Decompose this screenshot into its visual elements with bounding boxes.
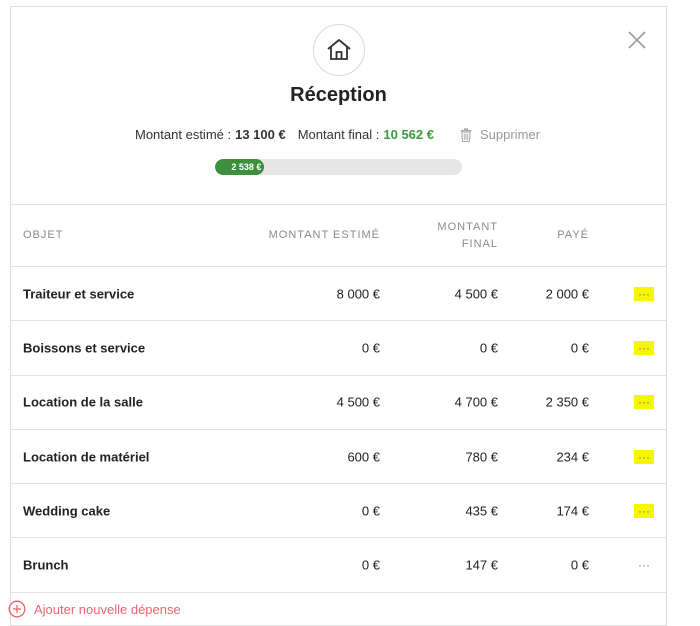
row-paid: 0 € xyxy=(570,557,589,573)
plus-circle-icon xyxy=(8,600,26,618)
row-more-options-icon[interactable]: ··· xyxy=(634,395,654,410)
row-final: 780 € xyxy=(465,449,498,465)
row-final: 435 € xyxy=(465,503,498,519)
row-name: Location de matériel xyxy=(23,449,150,465)
progress-label: 2 538 € xyxy=(231,162,262,172)
estimated-label: Montant estimé : xyxy=(135,127,232,142)
row-name: Traiteur et service xyxy=(23,286,135,302)
row-more-options-icon[interactable]: ··· xyxy=(634,286,654,301)
header-montant-final: MONTANT FINAL xyxy=(418,219,498,253)
row-name: Location de la salle xyxy=(23,394,143,410)
row-final: 0 € xyxy=(479,340,498,356)
row-more-options-icon[interactable]: ··· xyxy=(634,503,654,518)
add-expense-label: Ajouter nouvelle dépense xyxy=(34,601,181,617)
table-row[interactable]: Boissons et service 0 € 0 € 0 € ··· xyxy=(11,321,666,376)
expense-modal: Réception Montant estimé :13 100 € Monta… xyxy=(10,6,667,626)
amounts-summary: Montant estimé :13 100 € Montant final :… xyxy=(135,127,540,142)
row-estimated: 4 500 € xyxy=(336,394,380,410)
row-more-options-icon[interactable]: ··· xyxy=(634,340,654,355)
row-name: Brunch xyxy=(23,557,69,573)
row-estimated: 0 € xyxy=(361,557,380,573)
final-value: 10 562 € xyxy=(383,127,434,142)
table-row[interactable]: Wedding cake 0 € 435 € 174 € ··· xyxy=(11,484,666,539)
row-estimated: 0 € xyxy=(361,340,380,356)
add-expense-button[interactable]: Ajouter nouvelle dépense xyxy=(8,600,181,618)
row-final: 4 700 € xyxy=(454,394,498,410)
delete-label: Supprimer xyxy=(479,127,540,142)
row-estimated: 8 000 € xyxy=(336,286,380,302)
header-paye: PAYÉ xyxy=(557,229,589,241)
final-label: Montant final : xyxy=(297,127,380,142)
estimated-amount: Montant estimé :13 100 € xyxy=(135,127,286,142)
close-icon xyxy=(628,31,646,49)
final-amount: Montant final :10 562 € xyxy=(298,127,434,142)
row-paid: 174 € xyxy=(556,503,589,519)
row-paid: 0 € xyxy=(570,340,589,356)
expense-table: OBJET MONTANT ESTIMÉ MONTANT FINAL PAYÉ … xyxy=(11,204,666,593)
table-row[interactable]: Location de matériel 600 € 780 € 234 € ·… xyxy=(11,430,666,485)
delete-button[interactable]: Supprimer xyxy=(460,127,540,142)
row-estimated: 600 € xyxy=(347,449,380,465)
table-row[interactable]: Location de la salle 4 500 € 4 700 € 2 3… xyxy=(11,376,666,430)
row-estimated: 0 € xyxy=(361,503,380,519)
trash-icon xyxy=(460,127,472,142)
page-title: Réception xyxy=(290,84,387,106)
close-button[interactable] xyxy=(626,29,648,51)
header-montant-estime: MONTANT ESTIMÉ xyxy=(268,229,380,241)
row-more-options-icon[interactable]: ··· xyxy=(634,558,654,572)
row-final: 4 500 € xyxy=(454,286,498,302)
payment-progress-bar: 2 538 € xyxy=(215,159,462,175)
row-name: Wedding cake xyxy=(23,503,111,519)
table-header: OBJET MONTANT ESTIMÉ MONTANT FINAL PAYÉ xyxy=(11,205,666,267)
row-paid: 2 000 € xyxy=(545,286,589,302)
row-more-options-icon[interactable]: ··· xyxy=(634,449,654,464)
header-final-line1: MONTANT xyxy=(437,221,498,233)
table-row[interactable]: Traiteur et service 8 000 € 4 500 € 2 00… xyxy=(11,267,666,322)
category-icon-badge xyxy=(313,24,365,76)
house-icon xyxy=(327,39,351,60)
row-name: Boissons et service xyxy=(23,340,146,356)
row-final: 147 € xyxy=(465,557,498,573)
header-objet: OBJET xyxy=(23,229,64,241)
progress-fill: 2 538 € xyxy=(215,159,265,175)
estimated-value: 13 100 € xyxy=(235,127,286,142)
table-row[interactable]: Brunch 0 € 147 € 0 € ··· xyxy=(11,538,666,593)
header-final-line2: FINAL xyxy=(461,238,498,250)
row-paid: 234 € xyxy=(556,449,589,465)
row-paid: 2 350 € xyxy=(545,394,589,410)
